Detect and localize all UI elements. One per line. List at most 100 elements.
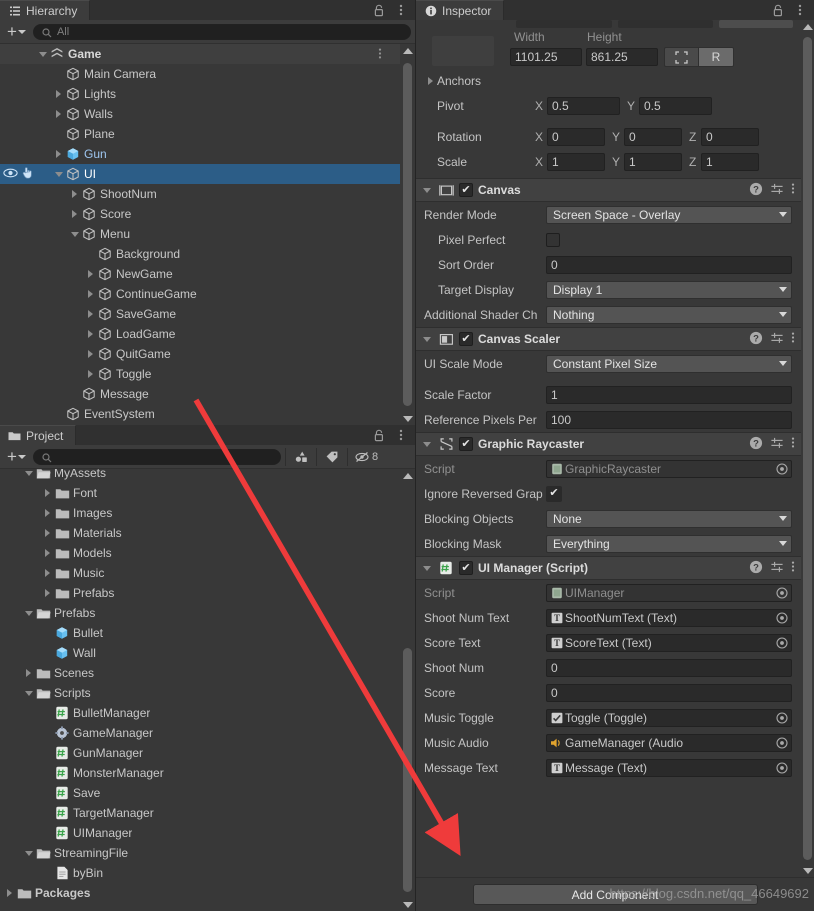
component-header-ui-manager-script[interactable]: UI Manager (Script)?: [416, 556, 801, 580]
component-header-canvas[interactable]: Canvas?: [416, 178, 801, 202]
inspector-scroll-thumb[interactable]: [803, 37, 812, 860]
hierarchy-item-menu[interactable]: Menu: [0, 224, 400, 244]
project-item-gamemanager[interactable]: GameManager: [0, 723, 400, 743]
component-menu-icon[interactable]: [791, 182, 795, 198]
anchors-expand-arrow[interactable]: [424, 76, 437, 85]
project-search-input[interactable]: [32, 448, 281, 465]
expand-arrow[interactable]: [84, 290, 97, 298]
object-picker-icon[interactable]: [775, 636, 789, 649]
checkbox-ignore-reversed-grap[interactable]: [546, 485, 562, 502]
search-by-label-button[interactable]: [321, 448, 343, 466]
project-menu-icon[interactable]: [394, 428, 408, 442]
pivot-y-field[interactable]: 0.5: [639, 96, 712, 115]
project-item-packages[interactable]: Packages: [0, 883, 400, 903]
expand-arrow[interactable]: [22, 850, 35, 856]
pointer-hand-icon[interactable]: [21, 166, 34, 182]
project-item-bullet[interactable]: Bullet: [0, 623, 400, 643]
project-item-save[interactable]: Save: [0, 783, 400, 803]
expand-arrow[interactable]: [68, 210, 81, 218]
height-field[interactable]: 861.25: [586, 48, 658, 66]
component-menu-icon[interactable]: [791, 560, 795, 576]
help-icon[interactable]: ?: [749, 331, 763, 348]
hierarchy-item-loadgame[interactable]: LoadGame: [0, 324, 400, 344]
hierarchy-item-savegame[interactable]: SaveGame: [0, 304, 400, 324]
expand-arrow[interactable]: [84, 310, 97, 318]
project-item-gunmanager[interactable]: GunManager: [0, 743, 400, 763]
expand-arrow[interactable]: [84, 330, 97, 338]
object-picker-icon[interactable]: [775, 462, 789, 475]
expand-arrow[interactable]: [84, 350, 97, 358]
project-add-button[interactable]: +: [4, 448, 29, 466]
project-item-font[interactable]: Font: [0, 483, 400, 503]
component-enable-checkbox[interactable]: [459, 561, 473, 575]
object-picker-icon[interactable]: [775, 711, 789, 724]
help-icon[interactable]: ?: [749, 436, 763, 453]
expand-arrow[interactable]: [84, 370, 97, 378]
pivot-x-field[interactable]: 0.5: [547, 96, 620, 115]
hierarchy-item-score[interactable]: Score: [0, 204, 400, 224]
hierarchy-item-continuegame[interactable]: ContinueGame: [0, 284, 400, 304]
hierarchy-add-button[interactable]: +: [4, 23, 29, 41]
expand-arrow[interactable]: [52, 171, 65, 177]
component-header-graphic-raycaster[interactable]: Graphic Raycaster?: [416, 432, 801, 456]
input-reference-pixels-per[interactable]: 100: [546, 410, 792, 429]
expand-arrow[interactable]: [41, 509, 54, 517]
expand-arrow[interactable]: [41, 529, 54, 537]
hierarchy-tree[interactable]: Game Main Camera Lights Walls Plane Gun UI Shoo…: [0, 44, 415, 425]
expand-arrow[interactable]: [41, 569, 54, 577]
dropdown-additional-shader-ch[interactable]: Nothing: [546, 305, 792, 324]
help-icon[interactable]: ?: [749, 182, 763, 199]
object-picker-icon[interactable]: [775, 761, 789, 774]
project-item-targetmanager[interactable]: TargetManager: [0, 803, 400, 823]
scroll-up-icon[interactable]: [801, 20, 814, 33]
scene-menu-icon[interactable]: [378, 47, 382, 63]
hidden-packages-button[interactable]: 8: [352, 448, 381, 466]
component-menu-icon[interactable]: [791, 331, 795, 347]
lock-icon[interactable]: [372, 428, 386, 442]
object-field-music-audio[interactable]: GameManager (Audio: [546, 733, 792, 752]
search-by-type-button[interactable]: [290, 448, 312, 466]
scroll-up-icon[interactable]: [400, 44, 415, 57]
checkbox-pixel-perfect[interactable]: [546, 232, 560, 247]
expand-arrow[interactable]: [84, 270, 97, 278]
tab-project[interactable]: Project: [0, 425, 77, 445]
object-field-music-toggle[interactable]: Toggle (Toggle): [546, 708, 792, 727]
project-item-scenes[interactable]: Scenes: [0, 663, 400, 683]
help-icon[interactable]: ?: [749, 560, 763, 577]
component-enable-checkbox[interactable]: [459, 332, 473, 346]
scale-x-field[interactable]: 1: [547, 152, 605, 171]
expand-arrow[interactable]: [22, 610, 35, 616]
project-item-streamingfile[interactable]: StreamingFile: [0, 843, 400, 863]
scale-y-field[interactable]: 1: [624, 152, 682, 171]
hierarchy-item-quitgame[interactable]: QuitGame: [0, 344, 400, 364]
project-item-wall[interactable]: Wall: [0, 643, 400, 663]
expand-arrow[interactable]: [52, 110, 65, 118]
tab-inspector[interactable]: Inspector: [416, 0, 505, 20]
expand-arrow[interactable]: [3, 889, 16, 897]
object-picker-icon[interactable]: [775, 586, 789, 599]
input-scale-factor[interactable]: 1: [546, 385, 792, 404]
component-expand-arrow[interactable]: [420, 441, 433, 447]
hierarchy-scroll-thumb[interactable]: [403, 63, 412, 406]
project-scroll-track[interactable]: [400, 482, 415, 898]
inspector-menu-icon[interactable]: [793, 3, 807, 17]
object-field-script[interactable]: GraphicRaycaster: [546, 459, 792, 478]
lock-icon[interactable]: [372, 3, 386, 17]
project-tree[interactable]: MyAssets Font Images Materials Models Music Pr…: [0, 469, 415, 911]
blueprint-mode-button[interactable]: [664, 47, 699, 67]
hierarchy-item-lights[interactable]: Lights: [0, 84, 400, 104]
project-item-images[interactable]: Images: [0, 503, 400, 523]
dropdown-blocking-objects[interactable]: None: [546, 509, 792, 528]
input-sort-order[interactable]: 0: [546, 255, 792, 274]
object-field-score-text[interactable]: T ScoreText (Text): [546, 633, 792, 652]
hierarchy-menu-icon[interactable]: [394, 3, 408, 17]
raw-edit-mode-button[interactable]: R: [699, 47, 734, 67]
hierarchy-item-toggle[interactable]: Toggle: [0, 364, 400, 384]
object-field-shoot-num-text[interactable]: T ShootNumText (Text): [546, 608, 792, 627]
project-item-bybin[interactable]: byBin: [0, 863, 400, 883]
width-field[interactable]: 1101.25: [510, 48, 582, 66]
component-enable-checkbox[interactable]: [459, 437, 473, 451]
hierarchy-item-gun[interactable]: Gun: [0, 144, 400, 164]
hierarchy-item-message[interactable]: Message: [0, 384, 400, 404]
project-item-uimanager[interactable]: UIManager: [0, 823, 400, 843]
